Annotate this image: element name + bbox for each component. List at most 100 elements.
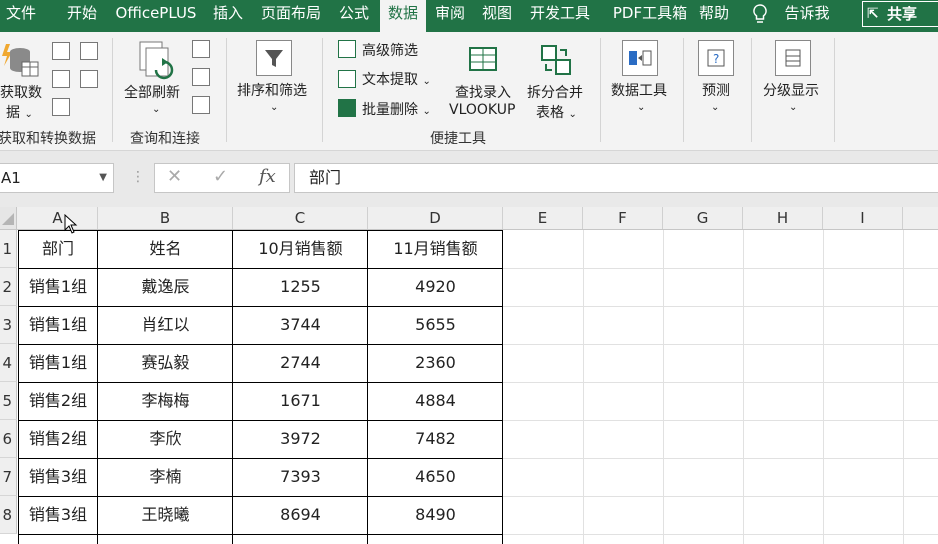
- table-cell[interactable]: 7482: [368, 420, 503, 458]
- table-cell[interactable]: 5655: [368, 306, 503, 344]
- row-header-8[interactable]: 8: [0, 496, 17, 534]
- table-cell[interactable]: 1255: [233, 268, 368, 306]
- table-cell[interactable]: 戴逸辰: [98, 268, 233, 306]
- table-cell[interactable]: 7393: [233, 458, 368, 496]
- table-cell[interactable]: 李梅梅: [98, 382, 233, 420]
- tab-data[interactable]: 数据: [380, 0, 426, 32]
- tab-view[interactable]: 视图: [481, 0, 513, 32]
- column-header-a[interactable]: A: [18, 207, 98, 229]
- header-cell-department[interactable]: 部门: [18, 230, 98, 268]
- share-button[interactable]: ⇱ 共享: [862, 1, 938, 27]
- enter-icon[interactable]: ✓: [213, 166, 228, 187]
- column-header-h[interactable]: H: [743, 207, 823, 229]
- tab-file[interactable]: 文件: [6, 0, 36, 32]
- column-header-f[interactable]: F: [583, 207, 663, 229]
- outline-dropdown[interactable]: ⌄: [789, 98, 797, 114]
- lightbulb-icon[interactable]: [750, 0, 770, 32]
- table-cell[interactable]: 李欣: [98, 420, 233, 458]
- sort-filter-dropdown[interactable]: ⌄: [270, 98, 278, 114]
- refresh-all-icon[interactable]: [138, 40, 174, 82]
- get-data-label-2[interactable]: 据 ⌄: [6, 102, 33, 122]
- recent-sources-icon[interactable]: [80, 42, 98, 60]
- header-cell-name[interactable]: 姓名: [98, 230, 233, 268]
- table-cell[interactable]: 销售2组: [18, 382, 98, 420]
- from-web-icon[interactable]: [52, 70, 70, 88]
- table-cell[interactable]: 4920: [368, 268, 503, 306]
- tab-developer[interactable]: 开发工具: [529, 0, 591, 32]
- filter-icon[interactable]: [256, 40, 292, 76]
- table-cell[interactable]: 王晓曦: [98, 496, 233, 534]
- table-cell[interactable]: 1671: [233, 382, 368, 420]
- name-box[interactable]: A1 ▼: [0, 163, 114, 193]
- table-cell[interactable]: 2360: [368, 344, 503, 382]
- tab-formulas[interactable]: 公式: [338, 0, 370, 32]
- header-cell-nov-sales[interactable]: 11月销售额: [368, 230, 503, 268]
- text-extract-button[interactable]: 文本提取 ⌄: [362, 69, 431, 89]
- lookup-label[interactable]: 查找录入: [455, 82, 511, 102]
- table-cell[interactable]: 4884: [368, 382, 503, 420]
- refresh-all-dropdown[interactable]: ⌄: [152, 100, 160, 116]
- chevron-down-icon[interactable]: ▼: [99, 164, 107, 192]
- table-cell[interactable]: 3744: [233, 306, 368, 344]
- spreadsheet-grid[interactable]: A B C D E F G H I 1 2 3 4 5 6 7 8 部门 姓名 …: [0, 207, 938, 544]
- table-cell[interactable]: 3972: [233, 420, 368, 458]
- split-merge-icon[interactable]: [540, 44, 572, 76]
- tab-home[interactable]: 开始: [66, 0, 98, 32]
- get-data-label[interactable]: 获取数: [0, 82, 42, 102]
- tell-me-search[interactable]: 告诉我: [782, 0, 832, 32]
- from-table-icon[interactable]: [52, 98, 70, 116]
- select-all-button[interactable]: [0, 207, 17, 229]
- get-data-icon[interactable]: [0, 44, 40, 78]
- advanced-filter-button[interactable]: 高级筛选: [362, 40, 418, 60]
- column-header-c[interactable]: C: [233, 207, 368, 229]
- column-header-b[interactable]: B: [98, 207, 233, 229]
- vertical-dots-icon[interactable]: ⋮: [131, 169, 145, 185]
- properties-icon[interactable]: [192, 68, 210, 86]
- lookup-icon[interactable]: [468, 44, 500, 76]
- table-cell[interactable]: 销售1组: [18, 306, 98, 344]
- tab-insert[interactable]: 插入: [212, 0, 244, 32]
- sort-filter-label[interactable]: 排序和筛选: [237, 80, 307, 100]
- column-header-d[interactable]: D: [368, 207, 503, 229]
- tab-page-layout[interactable]: 页面布局: [260, 0, 322, 32]
- row-header-6[interactable]: 6: [0, 420, 17, 458]
- table-cell[interactable]: 2744: [233, 344, 368, 382]
- table-cell[interactable]: 销售2组: [18, 420, 98, 458]
- tab-review[interactable]: 审阅: [434, 0, 466, 32]
- from-text-icon[interactable]: [52, 42, 70, 60]
- tab-help[interactable]: 帮助: [698, 0, 730, 32]
- row-header-3[interactable]: 3: [0, 306, 17, 344]
- existing-connections-icon[interactable]: [80, 70, 98, 88]
- table-cell[interactable]: 销售3组: [18, 496, 98, 534]
- column-header-g[interactable]: G: [663, 207, 743, 229]
- forecast-icon[interactable]: ?: [698, 40, 734, 76]
- header-cell-oct-sales[interactable]: 10月销售额: [233, 230, 368, 268]
- table-cell[interactable]: 8490: [368, 496, 503, 534]
- column-header-i[interactable]: I: [823, 207, 903, 229]
- split-merge-label[interactable]: 拆分合并: [527, 82, 583, 102]
- tab-officeplus[interactable]: OfficePLUS: [114, 0, 198, 32]
- table-cell[interactable]: 肖红以: [98, 306, 233, 344]
- edit-links-icon[interactable]: [192, 96, 210, 114]
- table-cell[interactable]: 4650: [368, 458, 503, 496]
- row-header-1[interactable]: 1: [0, 230, 17, 268]
- data-tools-dropdown[interactable]: ⌄: [637, 98, 645, 114]
- table-cell[interactable]: 8694: [233, 496, 368, 534]
- insert-function-icon[interactable]: fx: [259, 166, 276, 187]
- forecast-label[interactable]: 预测: [702, 80, 730, 100]
- row-header-7[interactable]: 7: [0, 458, 17, 496]
- refresh-all-label[interactable]: 全部刷新: [124, 82, 180, 102]
- cancel-icon[interactable]: ✕: [167, 166, 182, 187]
- formula-input[interactable]: 部门: [294, 163, 938, 193]
- row-header-2[interactable]: 2: [0, 268, 17, 306]
- row-header-4[interactable]: 4: [0, 344, 17, 382]
- column-header-e[interactable]: E: [503, 207, 583, 229]
- table-cell[interactable]: 销售1组: [18, 344, 98, 382]
- bulk-delete-button[interactable]: 批量删除 ⌄: [362, 99, 431, 119]
- queries-connections-icon[interactable]: [192, 40, 210, 58]
- lookup-label-2[interactable]: VLOOKUP: [449, 102, 515, 118]
- tab-pdf-toolbox[interactable]: PDF工具箱: [608, 0, 692, 32]
- data-tools-label[interactable]: 数据工具: [611, 80, 667, 100]
- data-tools-icon[interactable]: [622, 40, 658, 76]
- table-cell[interactable]: 李楠: [98, 458, 233, 496]
